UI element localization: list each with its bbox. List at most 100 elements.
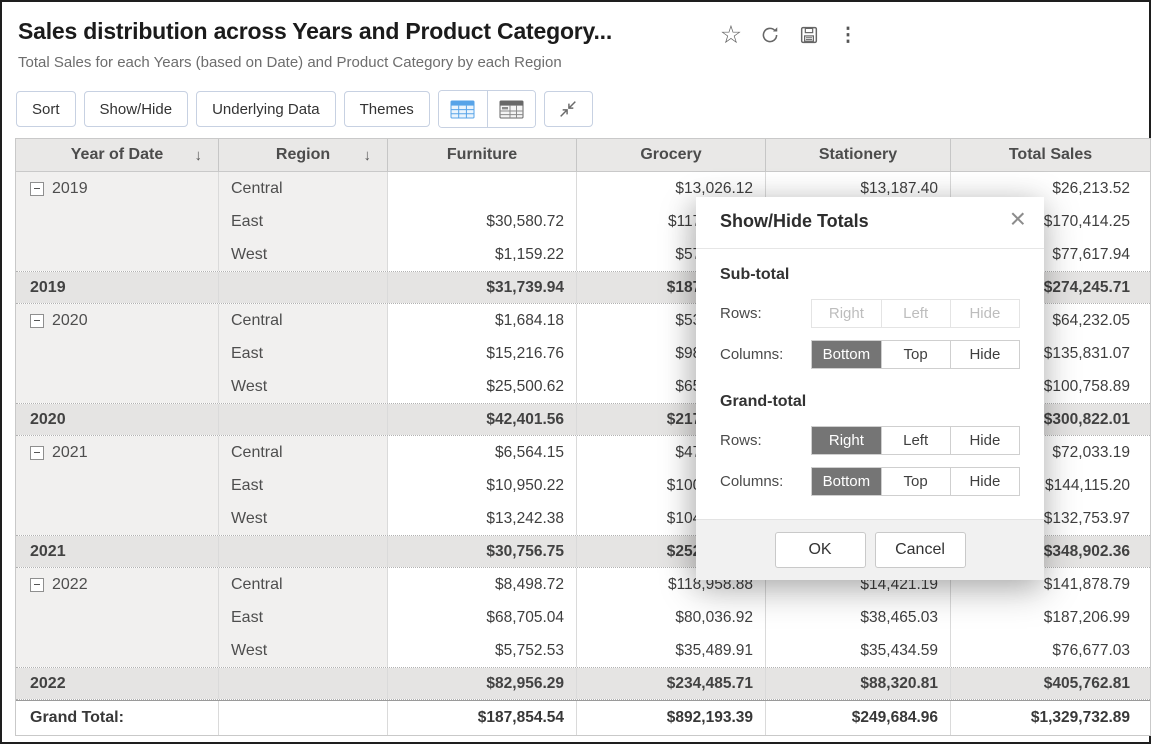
toolbar: Sort Show/Hide Underlying Data Themes <box>16 90 593 128</box>
stationery-value: $38,465.03 <box>765 601 950 634</box>
dialog-title: Show/Hide Totals <box>720 211 869 232</box>
year-cell <box>16 370 218 403</box>
year-cell <box>16 469 218 502</box>
column-header-region[interactable]: Region↓ <box>218 139 387 172</box>
year-cell <box>16 634 218 667</box>
close-icon[interactable]: × <box>1010 201 1026 237</box>
furniture-value: $8,498.72 <box>387 568 576 601</box>
region-cell: East <box>218 205 387 238</box>
region-cell: Central <box>218 436 387 469</box>
option-bottom[interactable]: Bottom <box>812 341 880 368</box>
totals-control-row: Columns:BottomTopHide <box>720 467 1020 496</box>
year-cell: 2021 <box>16 436 218 469</box>
option-bottom[interactable]: Bottom <box>812 468 880 495</box>
sort-descending-icon: ↓ <box>364 147 372 164</box>
segmented-control: RightLeftHide <box>811 426 1020 455</box>
totals-control-row: Columns:BottomTopHide <box>720 340 1020 369</box>
subtotal-row: 2022$82,956.29$234,485.71$88,320.81$405,… <box>16 667 1150 700</box>
furniture-value: $42,401.56 <box>387 404 576 435</box>
option-top[interactable]: Top <box>881 341 950 368</box>
region-cell <box>218 668 387 699</box>
region-cell <box>218 701 387 735</box>
region-cell: West <box>218 370 387 403</box>
dialog-body: Sub-totalRows:RightLeftHideColumns:Botto… <box>720 257 1020 508</box>
segmented-control: RightLeftHide <box>811 299 1020 328</box>
grocery-value: $35,489.91 <box>576 634 765 667</box>
furniture-value: $1,159.22 <box>387 238 576 271</box>
segmented-control: BottomTopHide <box>811 340 1020 369</box>
stationery-value: $88,320.81 <box>765 668 950 699</box>
ok-button[interactable]: OK <box>775 532 866 568</box>
dialog-footer: OK Cancel <box>696 519 1044 580</box>
dialog-section-sub-total: Sub-totalRows:RightLeftHideColumns:Botto… <box>720 266 1020 369</box>
option-left[interactable]: Left <box>881 427 950 454</box>
year-cell <box>16 337 218 370</box>
cancel-button[interactable]: Cancel <box>875 532 966 568</box>
report-window: Sales distribution across Years and Prod… <box>0 0 1151 744</box>
column-header-total-sales[interactable]: Total Sales <box>950 139 1150 172</box>
region-cell: Central <box>218 568 387 601</box>
column-header-furniture[interactable]: Furniture <box>387 139 576 172</box>
option-top[interactable]: Top <box>881 468 950 495</box>
year-cell: 2019 <box>16 172 218 205</box>
furniture-value: $30,756.75 <box>387 536 576 567</box>
year-cell <box>16 601 218 634</box>
option-right[interactable]: Right <box>812 427 880 454</box>
year-cell <box>16 238 218 271</box>
column-header-year[interactable]: Year of Date↓ <box>16 139 218 172</box>
furniture-value: $82,956.29 <box>387 668 576 699</box>
region-cell <box>218 272 387 303</box>
page-subtitle: Total Sales for each Years (based on Dat… <box>18 54 562 71</box>
show-hide-button[interactable]: Show/Hide <box>84 91 189 127</box>
grocery-value: $80,036.92 <box>576 601 765 634</box>
underlying-data-button[interactable]: Underlying Data <box>196 91 336 127</box>
show-hide-totals-dialog: Show/Hide Totals × Sub-totalRows:RightLe… <box>696 197 1044 580</box>
dialog-divider <box>696 248 1044 249</box>
furniture-value: $6,564.15 <box>387 436 576 469</box>
furniture-value: $15,216.76 <box>387 337 576 370</box>
furniture-value: $31,739.94 <box>387 272 576 303</box>
option-hide[interactable]: Hide <box>950 468 1019 495</box>
compact-table-view-icon[interactable] <box>439 91 487 127</box>
column-header-stationery[interactable]: Stationery <box>765 139 950 172</box>
total-sales-value: $76,677.03 <box>950 634 1150 667</box>
year-cell: 2019 <box>16 272 218 303</box>
year-cell <box>16 205 218 238</box>
furniture-value: $5,752.53 <box>387 634 576 667</box>
classic-table-view-icon[interactable] <box>487 91 535 127</box>
year-cell: 2022 <box>16 668 218 699</box>
option-hide: Hide <box>950 300 1019 327</box>
furniture-value: $30,580.72 <box>387 205 576 238</box>
region-cell <box>218 536 387 567</box>
option-right: Right <box>812 300 880 327</box>
collapse-group-icon[interactable] <box>30 182 44 196</box>
region-cell <box>218 404 387 435</box>
totals-control-row: Rows:RightLeftHide <box>720 426 1020 455</box>
collapse-panel-icon[interactable] <box>544 91 593 127</box>
themes-button[interactable]: Themes <box>344 91 430 127</box>
total-sales-value: $1,329,732.89 <box>950 701 1150 735</box>
refresh-icon[interactable] <box>757 22 783 48</box>
option-hide[interactable]: Hide <box>950 341 1019 368</box>
save-icon[interactable] <box>796 22 822 48</box>
region-cell: West <box>218 238 387 271</box>
control-label: Rows: <box>720 305 811 322</box>
collapse-group-icon[interactable] <box>30 446 44 460</box>
control-label: Columns: <box>720 346 811 363</box>
sort-button[interactable]: Sort <box>16 91 76 127</box>
section-heading: Sub-total <box>720 266 1020 284</box>
furniture-value: $13,242.38 <box>387 502 576 535</box>
favorite-star-icon[interactable]: ☆ <box>718 22 744 48</box>
year-cell: 2021 <box>16 536 218 567</box>
column-header-grocery[interactable]: Grocery <box>576 139 765 172</box>
more-options-icon[interactable]: ⋮ <box>835 22 861 48</box>
region-cell: Central <box>218 304 387 337</box>
section-heading: Grand-total <box>720 393 1020 411</box>
year-cell: Grand Total: <box>16 701 218 735</box>
option-left: Left <box>881 300 950 327</box>
collapse-group-icon[interactable] <box>30 314 44 328</box>
region-cell: East <box>218 469 387 502</box>
region-cell: East <box>218 601 387 634</box>
option-hide[interactable]: Hide <box>950 427 1019 454</box>
collapse-group-icon[interactable] <box>30 578 44 592</box>
